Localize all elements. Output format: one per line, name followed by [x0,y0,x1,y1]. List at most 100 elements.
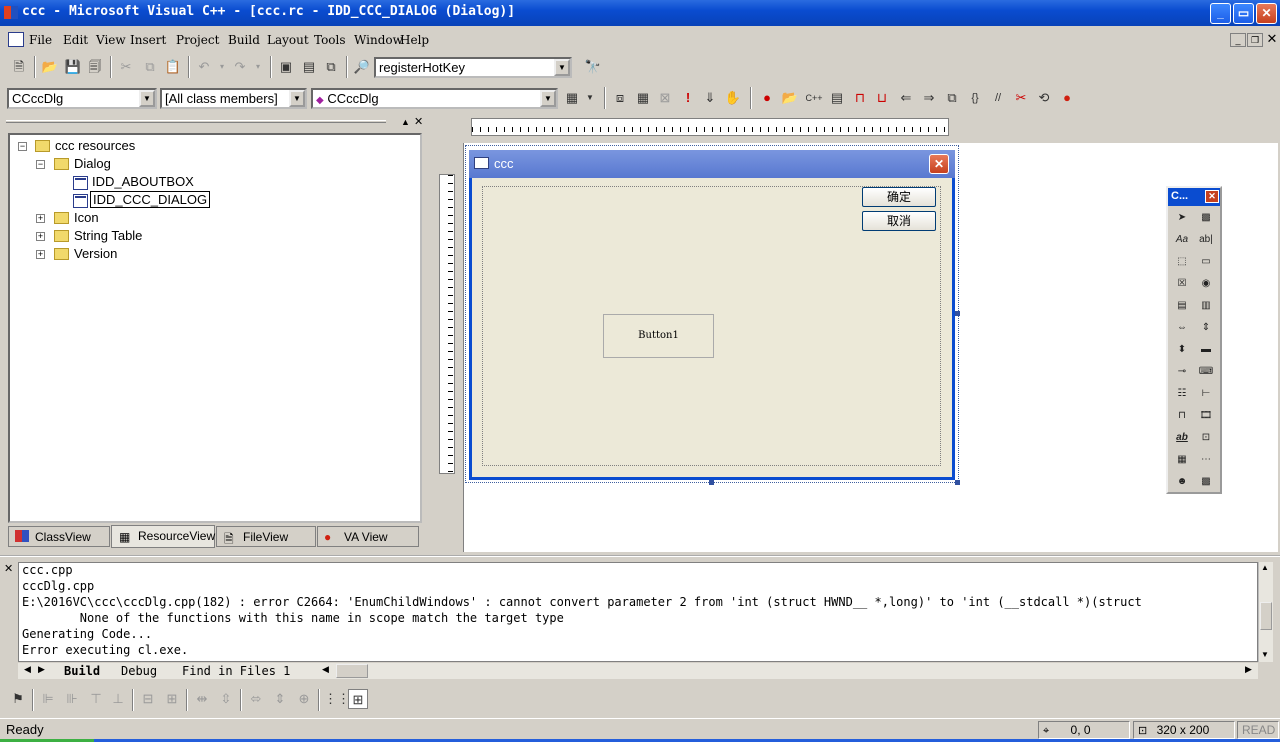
cancel-button[interactable]: 取消 [862,211,936,231]
chevron-down-icon[interactable]: ▼ [139,90,155,107]
menu-tools[interactable]: Tools [314,33,346,47]
va-bookmark-icon[interactable]: ⊓ [850,88,870,108]
tree-string-table-folder[interactable]: String Table [74,228,142,243]
month-calendar-tool-icon[interactable]: ▦ [1172,450,1192,470]
spell-check-icon[interactable]: ✂ [1011,88,1031,108]
tab-control-tool-icon[interactable]: ⊓ [1172,406,1192,426]
align-top-icon[interactable]: ⊤ [86,689,106,709]
animate-tool-icon[interactable]: 🎞 [1196,406,1216,426]
va-tomato-icon[interactable]: ● [757,88,777,108]
extended-combo-tool-icon[interactable]: ▩ [1196,472,1216,492]
align-right-icon[interactable]: ⊪ [62,689,82,709]
hotkey-tool-icon[interactable]: ⌨ [1196,362,1216,382]
chevron-down-icon[interactable]: ▼ [554,59,570,76]
collapse-icon[interactable]: ▲ [401,117,410,127]
copy-icon[interactable]: ⧉ [140,57,160,77]
picture-tool-icon[interactable]: ▩ [1196,208,1216,228]
resource-tree[interactable]: − ccc resources − Dialog IDD_ABOUTBOX ID… [8,133,422,523]
dialog-close-icon[interactable]: ✕ [929,154,949,174]
scroll-down-icon[interactable]: ▼ [1261,650,1269,659]
back-icon[interactable]: ⇐ [896,88,916,108]
toggle-guides-icon[interactable]: ⊞ [348,689,368,709]
paste-icon[interactable]: 📋 [163,57,183,77]
chevron-down-icon[interactable]: ▼ [289,90,305,107]
same-height-icon[interactable]: ⇕ [270,689,290,709]
build-icon[interactable]: ▦ [633,88,653,108]
toolbox-close-icon[interactable]: ✕ [1205,190,1219,203]
menu-help[interactable]: Help [400,33,429,47]
tab-resourceview[interactable]: ▦ ResourceView [111,525,215,548]
undo-dropdown-icon[interactable]: ▾ [212,57,232,77]
va-open-file-icon[interactable]: 📂 [780,88,800,108]
same-width-icon[interactable]: ⬄ [246,689,266,709]
redo-icon[interactable]: ↷ [230,57,250,77]
workspace-grip[interactable]: ▲ ✕ [6,115,426,129]
center-horizontal-icon[interactable]: ⊞ [162,689,182,709]
breakpoint-icon[interactable]: ✋ [723,88,743,108]
tree-icon-folder[interactable]: Icon [74,210,99,225]
panel-close-icon[interactable]: ✕ [414,115,423,128]
pointer-tool-icon[interactable]: ➤ [1172,208,1192,228]
tab-scroll-right-icon[interactable]: ▶ [38,664,45,675]
window-list-icon[interactable]: ⧉ [321,57,341,77]
filter-combo[interactable]: [All class members] ▼ [160,88,307,109]
undo-icon[interactable]: ↶ [194,57,214,77]
cut-icon[interactable]: ✂ [116,57,136,77]
vertical-scrollbar-tool-icon[interactable]: ⇕ [1196,318,1216,338]
braces-icon[interactable]: {} [965,88,985,108]
find-combo[interactable]: registerHotKey ▼ [374,57,572,78]
scrollbar-thumb[interactable] [1260,602,1272,630]
button1[interactable]: Button1 [603,314,714,358]
same-size-icon[interactable]: ⊕ [294,689,314,709]
ip-address-tool-icon[interactable]: ⋯ [1196,450,1216,470]
tab-classview[interactable]: ClassView [8,526,110,547]
menu-insert[interactable]: Insert [130,33,166,47]
list-box-tool-icon[interactable]: ▥ [1196,296,1216,316]
va-list-methods-icon[interactable]: ▤ [827,88,847,108]
open-icon[interactable]: 📂 [40,57,60,77]
stop-build-icon[interactable]: ⊠ [655,88,675,108]
collapse-icon[interactable]: − [18,142,27,151]
tree-dialog-folder[interactable]: Dialog [74,156,111,171]
document-icon[interactable] [8,32,24,47]
resize-handle[interactable] [709,480,714,485]
maximize-button[interactable]: ▭ [1233,3,1254,24]
scroll-up-icon[interactable]: ▲ [1261,563,1269,572]
menu-view[interactable]: View [96,33,126,47]
align-left-icon[interactable]: ⊫ [38,689,58,709]
output-window[interactable]: ccc.cpp cccDlg.cpp E:\2016VC\ccc\cccDlg.… [18,562,1258,662]
tree-control-tool-icon[interactable]: ⊢ [1196,384,1216,404]
tab-build[interactable]: Build [64,664,100,678]
horizontal-scrollbar-tool-icon[interactable]: ⇔ [1172,318,1192,338]
collapse-icon[interactable]: − [36,160,45,169]
wizard-action-icon[interactable]: ▦ [562,88,582,108]
radio-button-tool-icon[interactable]: ◉ [1196,274,1216,294]
save-icon[interactable]: 💾 [63,57,83,77]
tree-item-aboutbox[interactable]: IDD_ABOUTBOX [92,174,194,189]
expand-icon[interactable]: + [36,250,45,259]
spin-tool-icon[interactable]: ⬍ [1172,340,1192,360]
class-combo[interactable]: CCccDlg ▼ [7,88,157,109]
app-icon[interactable] [4,6,18,19]
menu-layout[interactable]: Layout [267,33,309,47]
expand-icon[interactable]: + [36,214,45,223]
refactor-icon[interactable]: ⟲ [1034,88,1054,108]
menu-file[interactable]: File [29,33,52,47]
space-down-icon[interactable]: ⇳ [216,689,236,709]
member-combo[interactable]: ◆ CCccDlg ▼ [311,88,558,109]
expand-icon[interactable]: + [36,232,45,241]
find-references-icon[interactable]: ⧉ [942,88,962,108]
forward-icon[interactable]: ⇒ [919,88,939,108]
tree-version-folder[interactable]: Version [74,246,117,261]
workspace-icon[interactable]: ▣ [276,57,296,77]
wizard-dropdown-icon[interactable]: ▼ [580,88,600,108]
combo-box-tool-icon[interactable]: ▤ [1172,296,1192,316]
new-text-file-icon[interactable]: 🗎 [9,57,29,77]
controls-toolbox[interactable]: C... ✕ ➤ ▩ Aa ab| ⬚ ▭ ☒ ◉ ▤ ▥ ⇔ ⇕ ⬍ ▬ ⊸ … [1166,186,1222,494]
hscrollbar-thumb[interactable] [336,664,368,678]
compile-icon[interactable]: ⧈ [610,88,630,108]
comment-icon[interactable]: // [988,88,1008,108]
menu-build[interactable]: Build [228,33,260,47]
tomato-icon[interactable]: ● [1057,88,1077,108]
slider-tool-icon[interactable]: ⊸ [1172,362,1192,382]
